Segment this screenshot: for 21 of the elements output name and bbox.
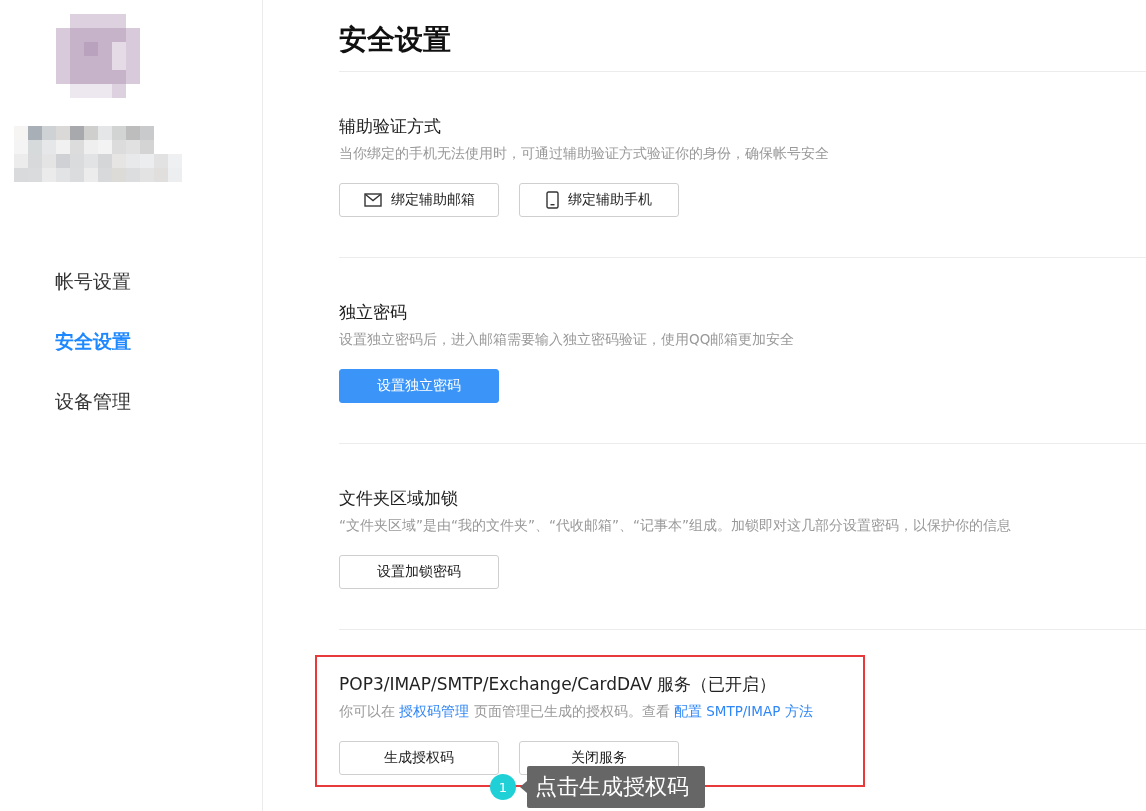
tooltip: 点击生成授权码 (520, 766, 705, 808)
sidebar-item[interactable]: 帐号设置 (55, 268, 131, 294)
sidebar-item[interactable]: 设备管理 (55, 388, 131, 414)
mail-icon (363, 193, 382, 207)
step-badge: 1 (490, 774, 516, 800)
link[interactable]: 配置 SMTP/IMAP 方法 (673, 703, 813, 719)
action-button[interactable]: 绑定辅助邮箱 (339, 183, 499, 217)
link[interactable]: 授权码管理 (399, 703, 470, 719)
section-description: 你可以在 授权码管理 页面管理已生成的授权码。查看 配置 SMTP/IMAP 方法 (339, 702, 813, 721)
section-description: 设置独立密码后，进入邮箱需要输入独立密码验证，使用QQ邮箱更加安全 (339, 330, 795, 349)
section-title: 独立密码 (339, 301, 407, 324)
phone-icon (546, 191, 559, 209)
page-title: 安全设置 (339, 22, 451, 58)
section-description: “文件夹区域”是由“我的文件夹”、“代收邮箱”、“记事本”组成。加锁即对这几部分设置密码，以保护你的信息 (339, 516, 1011, 535)
section-title: 辅助验证方式 (339, 115, 441, 138)
section-description: 当你绑定的手机无法使用时，可通过辅助验证方式验证你的身份，确保帐号安全 (339, 144, 829, 163)
section-title: POP3/IMAP/SMTP/Exchange/CardDAV 服务（已开启） (339, 673, 777, 696)
action-button[interactable]: 绑定辅助手机 (519, 183, 679, 217)
section-title: 文件夹区域加锁 (339, 487, 458, 510)
action-button[interactable]: 生成授权码 (339, 741, 499, 775)
action-button[interactable]: 设置加锁密码 (339, 555, 499, 589)
